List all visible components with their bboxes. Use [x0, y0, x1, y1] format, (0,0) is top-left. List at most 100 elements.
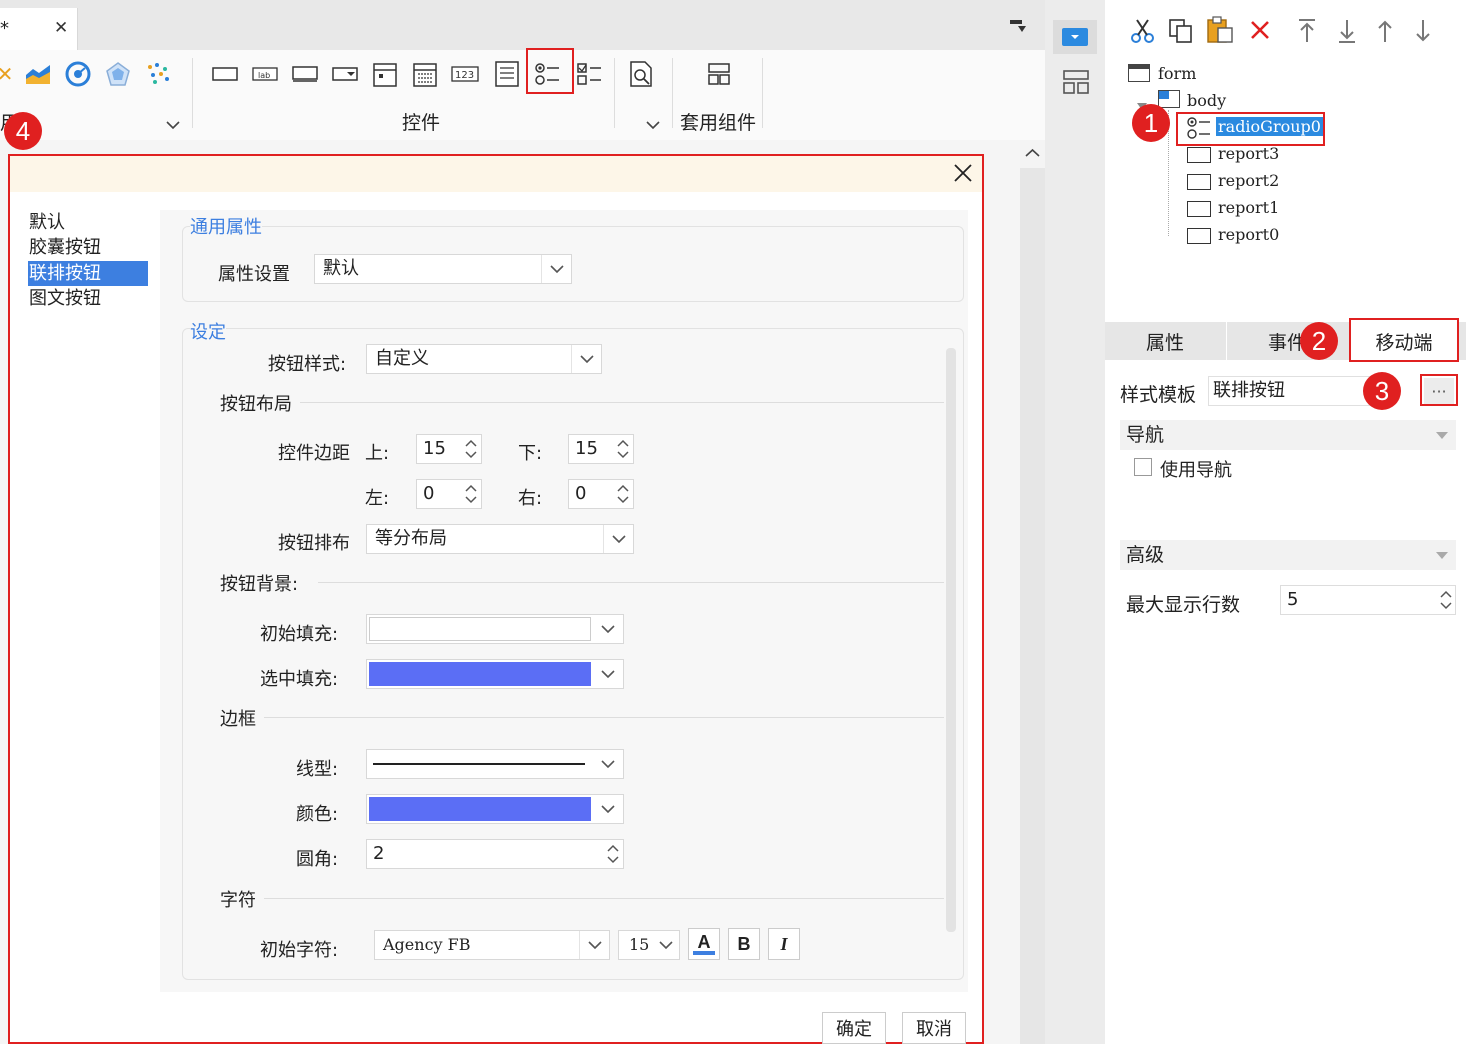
radar-chart-icon[interactable]: [104, 60, 132, 88]
calendar-control-icon[interactable]: [410, 60, 440, 88]
init-fill-swatch: [369, 617, 591, 641]
chart-icon-partial[interactable]: ✕: [0, 60, 13, 88]
checkbox-group-control-icon[interactable]: [574, 60, 604, 88]
font-color-button[interactable]: A: [688, 928, 720, 960]
radius-input[interactable]: 2: [366, 839, 624, 869]
scroll-up-button[interactable]: [1020, 140, 1045, 168]
document-tab[interactable]: * ✕: [0, 8, 78, 50]
body-icon: [1158, 90, 1180, 108]
radius-label: 圆角:: [296, 849, 339, 870]
font-size-value: 15: [629, 935, 650, 954]
sel-fill-select[interactable]: [366, 659, 624, 689]
textbox-control-icon[interactable]: [290, 60, 320, 88]
number-control-icon[interactable]: 123: [450, 60, 480, 88]
margin-top-input[interactable]: 15: [416, 434, 482, 464]
widget-panel-button[interactable]: [1053, 20, 1097, 54]
arrange-select[interactable]: 等分布局: [366, 524, 634, 554]
button-style-dialog: 默认 胶囊按钮 联排按钮 图文按钮 通用属性 属性设置 默认 设定 按钮样式: …: [8, 154, 984, 1044]
list-item-default[interactable]: 默认: [28, 210, 148, 235]
button-control-icon[interactable]: [210, 60, 240, 88]
canvas-scrollbar[interactable]: [1020, 140, 1045, 1044]
move-bottom-icon[interactable]: [1336, 18, 1358, 49]
close-icon[interactable]: [952, 162, 974, 184]
border-color-select[interactable]: [366, 794, 624, 824]
button-style-label: 按钮样式:: [268, 354, 347, 375]
delete-icon[interactable]: [1250, 20, 1270, 45]
gauge-chart-icon[interactable]: [64, 60, 92, 88]
close-tab-icon[interactable]: ✕: [54, 18, 68, 38]
tab-properties[interactable]: 属性: [1105, 322, 1225, 360]
label-control-icon[interactable]: lab: [250, 60, 280, 88]
group-label-template: 套用组件: [680, 112, 757, 134]
collapse-icon[interactable]: [1436, 552, 1448, 559]
chevron-down-icon[interactable]: [593, 660, 623, 688]
margin-right-input[interactable]: 0: [568, 479, 634, 509]
stepper-icon[interactable]: [613, 435, 633, 463]
date-control-icon[interactable]: [370, 60, 400, 88]
chevron-down-icon[interactable]: [571, 345, 601, 373]
style-template-field[interactable]: 联排按钮: [1208, 376, 1380, 406]
chevron-down-icon[interactable]: [166, 114, 180, 135]
init-fill-label: 初始填充:: [260, 624, 339, 645]
stepper-icon[interactable]: [603, 840, 623, 868]
cancel-button[interactable]: 取消: [902, 1012, 966, 1044]
chevron-down-icon[interactable]: [579, 931, 609, 959]
scatter-chart-icon[interactable]: [144, 60, 172, 88]
use-nav-checkbox[interactable]: [1134, 458, 1152, 476]
margin-bottom-input[interactable]: 15: [568, 434, 634, 464]
advanced-section-header[interactable]: 高级: [1120, 540, 1456, 570]
layout-panel-icon[interactable]: [1063, 70, 1089, 94]
preview-control-icon[interactable]: [626, 60, 656, 88]
list-item-capsule[interactable]: 胶囊按钮: [28, 235, 148, 260]
prop-setting-select[interactable]: 默认: [314, 254, 572, 284]
divider: [318, 582, 944, 583]
move-top-icon[interactable]: [1296, 18, 1318, 49]
stepper-icon[interactable]: [1439, 588, 1453, 621]
highlight-radiogroup-node: [1176, 112, 1325, 146]
textarea-control-icon[interactable]: [492, 60, 522, 88]
chevron-down-icon[interactable]: [653, 931, 679, 959]
line-preview: [373, 763, 585, 765]
margin-left-input[interactable]: 0: [416, 479, 482, 509]
area-chart-icon[interactable]: [24, 60, 52, 88]
button-style-select[interactable]: 自定义: [366, 344, 602, 374]
italic-button[interactable]: I: [768, 928, 800, 960]
dropdown-control-icon[interactable]: [330, 60, 360, 88]
stepper-icon[interactable]: [461, 480, 481, 508]
tree-node-report1[interactable]: report1: [1218, 198, 1279, 217]
chevron-down-icon[interactable]: [593, 795, 623, 823]
collapse-icon[interactable]: [1436, 432, 1448, 439]
tree-node-body[interactable]: body: [1187, 91, 1226, 110]
paste-icon[interactable]: [1206, 16, 1234, 49]
chevron-down-icon[interactable]: [593, 615, 623, 643]
max-rows-input[interactable]: 5: [1280, 585, 1456, 615]
move-down-icon[interactable]: [1412, 18, 1434, 49]
stepper-icon[interactable]: [461, 435, 481, 463]
chevron-down-icon[interactable]: [646, 114, 660, 135]
bold-button[interactable]: B: [728, 928, 760, 960]
tree-node-report2[interactable]: report2: [1218, 171, 1279, 190]
cut-icon[interactable]: [1130, 18, 1156, 49]
stepper-icon[interactable]: [613, 480, 633, 508]
tree-node-form[interactable]: form: [1158, 64, 1196, 83]
copy-icon[interactable]: [1168, 18, 1194, 49]
chevron-down-icon[interactable]: [593, 750, 623, 778]
chevron-down-icon[interactable]: [603, 525, 633, 553]
nav-section-header[interactable]: 导航: [1120, 420, 1456, 450]
font-size-select[interactable]: 15: [618, 930, 680, 960]
dialog-settings-area: 通用属性 属性设置 默认 设定 按钮样式: 自定义 按钮布局 控件边距 上: 1…: [160, 210, 968, 992]
settings-scrollbar[interactable]: [946, 348, 956, 932]
list-item-inline[interactable]: 联排按钮: [28, 261, 148, 286]
ok-button[interactable]: 确定: [822, 1012, 886, 1044]
line-type-select[interactable]: [366, 749, 624, 779]
font-family-select[interactable]: Agency FB: [374, 930, 610, 960]
move-up-icon[interactable]: [1374, 18, 1396, 49]
init-fill-select[interactable]: [366, 614, 624, 644]
chevron-down-icon[interactable]: [541, 255, 571, 283]
pin-icon[interactable]: [1010, 20, 1028, 36]
list-item-icon-text[interactable]: 图文按钮: [28, 286, 148, 311]
tree-node-report0[interactable]: report0: [1218, 225, 1279, 244]
tree-node-report3[interactable]: report3: [1218, 144, 1279, 163]
template-component-icon[interactable]: [704, 60, 734, 88]
prop-setting-label: 属性设置: [218, 264, 290, 285]
